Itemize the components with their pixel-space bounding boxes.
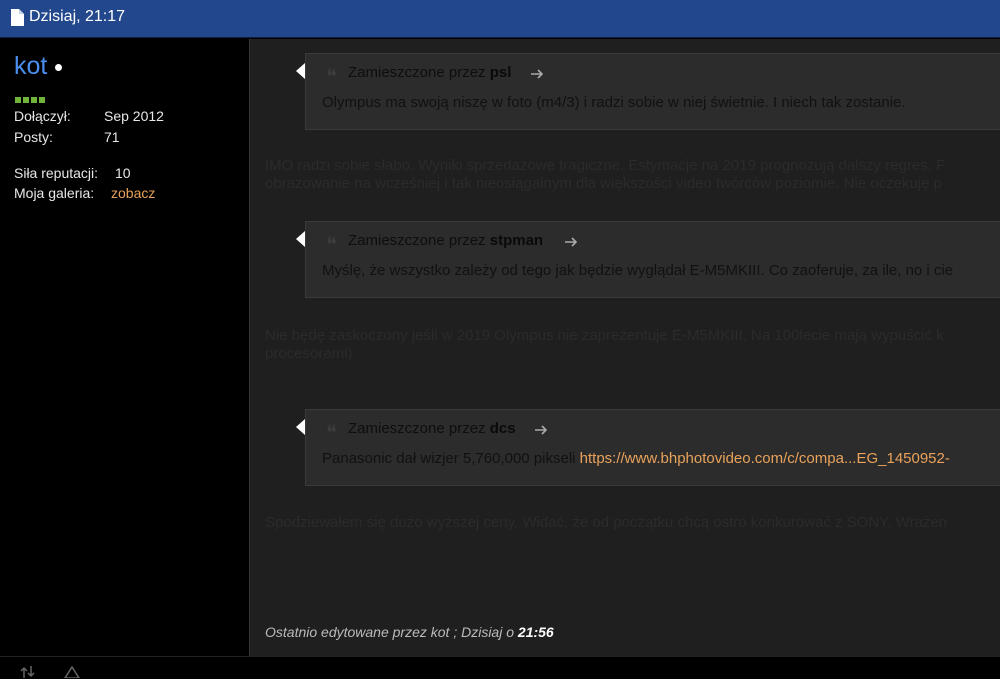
post-paragraph: procesorami) (265, 345, 353, 362)
posts-value: 71 (104, 129, 120, 145)
gallery-label: Moja galeria: (14, 185, 95, 201)
document-icon (11, 9, 24, 26)
quote-arrow-icon (296, 419, 305, 435)
quote-text-body: Panasonic dał wizjer 5,760,000 pikseli (322, 450, 576, 467)
reputation-label: Siła reputacji: (14, 165, 99, 181)
edited-prefix: Ostatnio edytowane przez kot ; Dzisiaj o (265, 624, 515, 640)
joined-label: Dołączył: (14, 108, 71, 124)
goto-post-icon[interactable] (530, 68, 544, 80)
quote-author: stpman (489, 232, 544, 249)
quote-text: Myślę, że wszystko zależy od tego jak bę… (322, 262, 954, 279)
post-paragraph: obrazowanie na wcześniej i tak nieosiąga… (265, 175, 942, 192)
post-date: Dzisiaj, 21:17 (29, 8, 126, 25)
gallery-link[interactable]: zobacz (111, 185, 155, 201)
quote-mark-icon: ❝ (326, 420, 337, 444)
reputation-block (23, 97, 29, 103)
reputation-block (31, 97, 37, 103)
reputation-value: 10 (115, 165, 131, 181)
post-content (249, 39, 1000, 656)
quote-block: ❝ Zamieszczone przez stpman Myślę, że ws… (296, 221, 1000, 298)
username-link[interactable]: kot (14, 52, 47, 81)
quote-header: Zamieszczone przez dcs (348, 420, 516, 437)
quote-header: Zamieszczone przez stpman (348, 232, 543, 249)
quote-text: Olympus ma swoją niszę w foto (m4/3) i r… (322, 94, 906, 111)
quote-mark-icon: ❝ (326, 64, 337, 88)
reputation-bar (15, 90, 47, 103)
goto-post-icon[interactable] (564, 236, 578, 248)
quote-header: Zamieszczone przez psl (348, 64, 511, 81)
quote-text: Panasonic dał wizjer 5,760,000 pikseli h… (322, 450, 950, 467)
quote-arrow-icon (296, 63, 305, 79)
quote-arrow-icon (296, 231, 305, 247)
online-dot-icon (55, 64, 62, 71)
reputation-block (15, 97, 21, 103)
post-paragraph: IMO radzi sobie słabo. Wyniki sprzedażow… (265, 157, 946, 174)
goto-post-icon[interactable] (534, 424, 548, 436)
quote-block: ❝ Zamieszczone przez psl Olympus ma swoj… (296, 53, 1000, 130)
edited-time: 21:56 (517, 624, 554, 640)
edited-note: Ostatnio edytowane przez kot ; Dzisiaj o… (265, 624, 554, 640)
quote-block: ❝ Zamieszczone przez dcs Panasonic dał w… (296, 409, 1000, 486)
warning-icon[interactable] (64, 666, 80, 678)
quote-prefix: Zamieszczone przez (348, 420, 486, 437)
quote-mark-icon: ❝ (326, 232, 337, 256)
post-footer-bar (0, 656, 1000, 679)
post-paragraph: Nie będę zaskoczony jeśli w 2019 Olympus… (265, 327, 944, 344)
quote-author: psl (489, 64, 512, 81)
post-paragraph: Spodziewałem się dużo wyższej ceny. Wida… (265, 514, 947, 531)
quote-author: dcs (489, 420, 516, 437)
reputation-block (39, 97, 45, 103)
quote-prefix: Zamieszczone przez (348, 64, 486, 81)
external-link[interactable]: https://www.bhphotovideo.com/c/compa...E… (580, 450, 950, 467)
quote-prefix: Zamieszczone przez (348, 232, 486, 249)
sort-icon[interactable] (20, 666, 36, 678)
posts-label: Posty: (14, 129, 53, 145)
joined-value: Sep 2012 (104, 108, 164, 124)
header-bar: Dzisiaj, 21:17 (0, 0, 1000, 38)
